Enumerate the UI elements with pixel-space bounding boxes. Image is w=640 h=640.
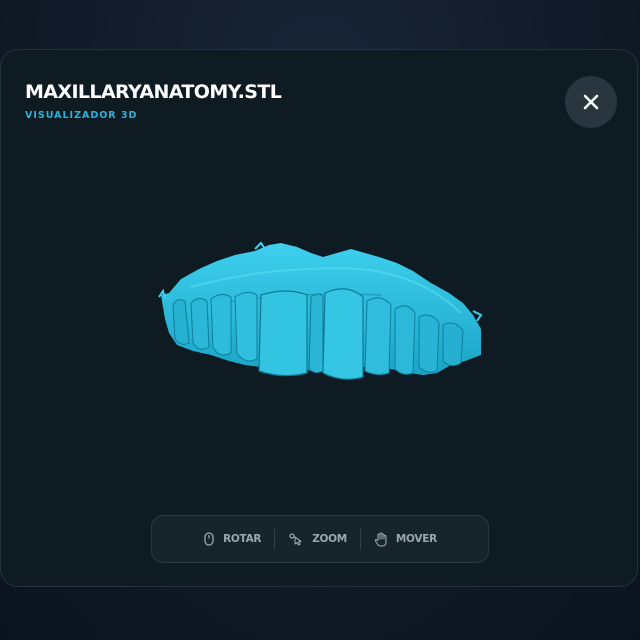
pan-control[interactable]: MOVER	[361, 516, 450, 562]
viewer-subtitle: VISUALIZADOR 3D	[25, 110, 138, 121]
close-button[interactable]	[565, 76, 617, 128]
file-title: MAXILLARYANATOMY.STL	[25, 81, 282, 103]
3d-viewport[interactable]	[151, 235, 491, 395]
dental-model[interactable]	[151, 235, 491, 395]
viewer-controls: ROTAR ZOOM MOVER	[151, 515, 489, 563]
zoom-label: ZOOM	[312, 533, 347, 545]
zoom-pointer-icon	[289, 533, 302, 546]
mouse-icon	[204, 532, 214, 546]
rotate-label: ROTAR	[223, 533, 262, 545]
viewer-modal: MAXILLARYANATOMY.STL VISUALIZADOR 3D ROT…	[0, 49, 638, 587]
pan-label: MOVER	[395, 533, 437, 545]
rotate-control[interactable]: ROTAR	[190, 516, 274, 562]
close-icon	[583, 94, 599, 110]
zoom-control[interactable]: ZOOM	[275, 516, 360, 562]
hand-icon	[374, 531, 387, 547]
